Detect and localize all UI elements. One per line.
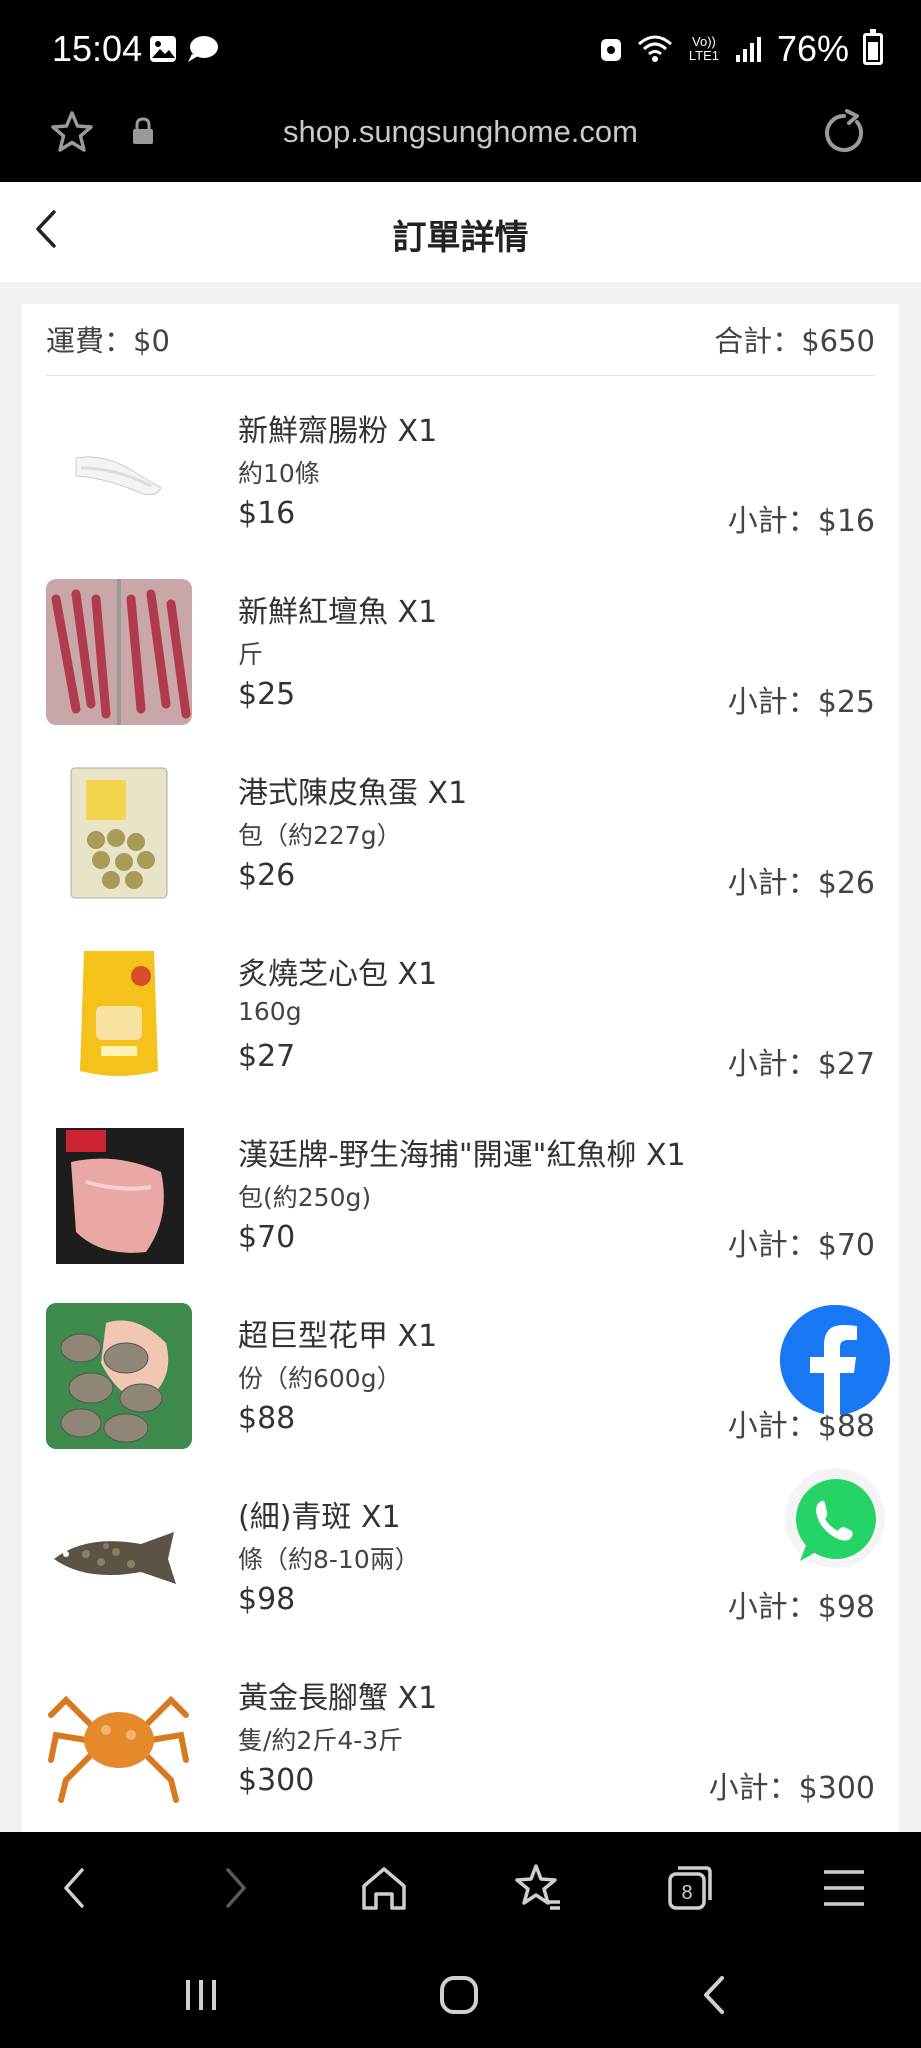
- item-unit: 160g: [238, 997, 302, 1026]
- item-unit: 份（約600g）: [238, 1364, 402, 1393]
- item-subtotal: 小計：$16: [727, 504, 875, 539]
- item-unit: 約10條: [238, 459, 320, 488]
- product-image: [46, 760, 192, 906]
- gallery-icon: [150, 36, 176, 62]
- home-icon[interactable]: [356, 1860, 412, 1916]
- item-name: 新鮮齋腸粉 X1: [238, 414, 438, 449]
- order-summary: 運費：$0 合計：$650: [46, 304, 875, 376]
- order-card: 運費：$0 合計：$650 新鮮齋腸粉 X1 約10條 $16 小計：$16 新…: [22, 304, 899, 1832]
- item-subtotal: 小計：$98: [727, 1590, 875, 1625]
- product-image: [46, 398, 192, 544]
- chat-bubble-icon: [188, 36, 218, 62]
- item-unit: 包（約227g）: [238, 821, 402, 850]
- signal-icon: [735, 37, 761, 62]
- shipping-fee: 運費：$0: [46, 324, 170, 358]
- product-image: [46, 941, 192, 1087]
- item-price: $25: [238, 677, 296, 712]
- data-saver-icon: [600, 39, 621, 61]
- reload-icon[interactable]: [819, 108, 869, 158]
- item-name: 新鮮紅壇魚 X1: [238, 595, 438, 630]
- item-subtotal: 小計：$300: [708, 1771, 875, 1806]
- item-name: 港式陳皮魚蛋 X1: [238, 776, 468, 811]
- home-button-icon[interactable]: [434, 1970, 484, 2020]
- order-content: 運費：$0 合計：$650 新鮮齋腸粉 X1 約10條 $16 小計：$16 新…: [0, 282, 921, 1832]
- facebook-button[interactable]: [780, 1305, 890, 1415]
- url-text[interactable]: shop.sungsunghome.com: [0, 114, 921, 150]
- battery-icon: [863, 29, 883, 65]
- wifi-icon: [637, 35, 672, 62]
- item-unit: 隻/約2斤4-3斤: [238, 1726, 404, 1755]
- item-price: $26: [238, 858, 296, 893]
- tabs-icon[interactable]: 8: [662, 1860, 718, 1916]
- item-name: 超巨型花甲 X1: [238, 1319, 438, 1354]
- status-bar: 15:04 Vo)) LTE1 76%: [0, 0, 921, 100]
- item-price: $70: [238, 1220, 296, 1255]
- item-subtotal: 小計：$26: [727, 866, 875, 901]
- order-item: 港式陳皮魚蛋 X1 包（約227g） $26 小計：$26: [46, 738, 875, 906]
- recent-apps-icon[interactable]: [178, 1972, 224, 2018]
- svg-text:8: 8: [681, 1882, 692, 1904]
- item-unit: 條（約8-10兩）: [238, 1545, 420, 1574]
- app-header: 訂單詳情: [0, 182, 921, 282]
- item-unit: 包(約250g): [238, 1183, 372, 1212]
- product-image: [46, 1665, 192, 1811]
- page-title: 訂單詳情: [392, 218, 529, 258]
- browser-forward-icon[interactable]: [206, 1860, 262, 1916]
- order-item: 黃金長腳蟹 X1 隻/約2斤4-3斤 $300 小計：$300: [46, 1643, 875, 1811]
- facebook-icon: [780, 1305, 890, 1415]
- network-label: Vo)) LTE1: [688, 34, 719, 63]
- item-subtotal: 小計：$70: [727, 1228, 875, 1263]
- item-subtotal: 小計：$27: [727, 1047, 875, 1082]
- item-price: $27: [238, 1039, 296, 1074]
- whatsapp-icon: [785, 1468, 885, 1568]
- product-image: [46, 1484, 192, 1630]
- system-back-icon[interactable]: [692, 1970, 738, 2020]
- browser-toolbar: 8: [0, 1832, 921, 1942]
- item-subtotal: 小計：$25: [727, 685, 875, 720]
- item-name: 黃金長腳蟹 X1: [238, 1681, 438, 1716]
- product-image: [46, 1303, 192, 1449]
- item-price: $98: [238, 1582, 296, 1617]
- order-item: 炙燒芝心包 X1 160g $27 小計：$27: [46, 919, 875, 1087]
- item-price: $300: [238, 1763, 315, 1798]
- bookmarks-icon[interactable]: [510, 1860, 566, 1916]
- order-total: 合計：$650: [714, 324, 875, 358]
- item-price: $16: [238, 496, 296, 531]
- browser-url-bar: shop.sungsunghome.com: [0, 100, 921, 180]
- order-item: (細)青斑 X1 條（約8-10兩） $98 小計：$98: [46, 1462, 875, 1630]
- system-nav-bar: [0, 1942, 921, 2048]
- whatsapp-button[interactable]: [778, 1465, 888, 1575]
- menu-icon[interactable]: [816, 1860, 872, 1916]
- order-item: 漢廷牌-野生海捕"開運"紅魚柳 X1 包(約250g) $70 小計：$70: [46, 1100, 875, 1268]
- status-right: Vo)) LTE1 76%: [599, 28, 883, 70]
- item-name: 炙燒芝心包 X1: [238, 957, 438, 992]
- product-image: [46, 1122, 192, 1268]
- order-item: 超巨型花甲 X1 份（約600g） $88 小計：$88: [46, 1281, 875, 1449]
- order-item: 新鮮紅壇魚 X1 斤 $25 小計：$25: [46, 557, 875, 725]
- item-name: (細)青斑 X1: [238, 1500, 401, 1535]
- item-price: $88: [238, 1401, 296, 1436]
- notification-icons: [148, 34, 220, 64]
- status-time: 15:04: [52, 28, 143, 69]
- battery-percent: 76%: [776, 28, 849, 69]
- browser-back-icon[interactable]: [48, 1860, 104, 1916]
- product-image: [46, 579, 192, 725]
- item-unit: 斤: [238, 640, 264, 669]
- order-item: 新鮮齋腸粉 X1 約10條 $16 小計：$16: [46, 376, 875, 544]
- item-name: 漢廷牌-野生海捕"開運"紅魚柳 X1: [238, 1138, 686, 1173]
